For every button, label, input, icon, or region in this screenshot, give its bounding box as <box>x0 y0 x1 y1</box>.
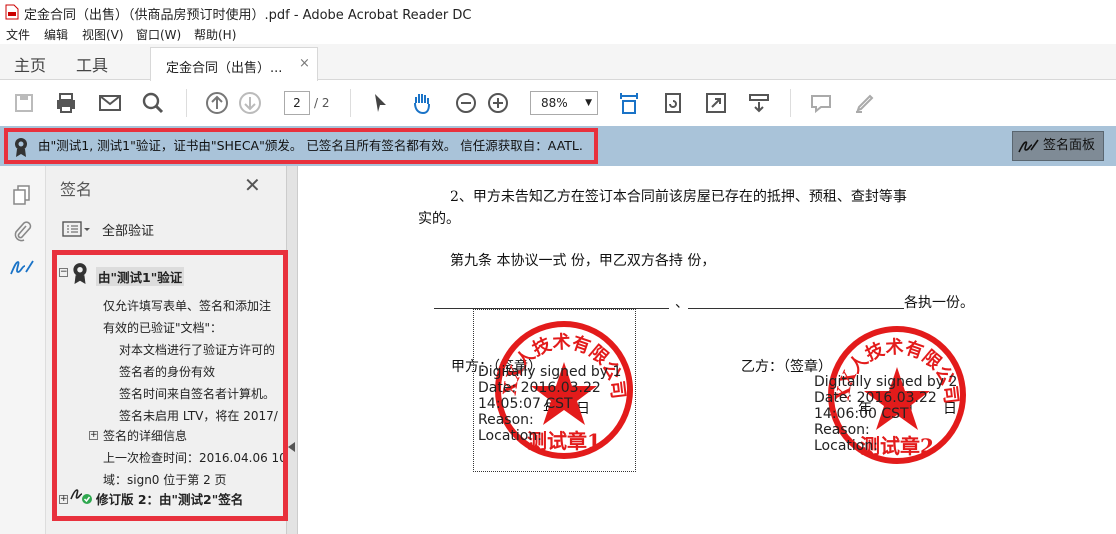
signature-details-node[interactable]: 签名的详细信息 <box>103 427 187 444</box>
sig-line: Digitally signed by 2 <box>814 374 958 390</box>
tab-bar: 主页 工具 定金合同（出售）... × <box>0 44 1116 81</box>
read-mode-icon[interactable] <box>747 91 771 115</box>
signature-panel-button[interactable]: 签名面板 <box>1012 131 1104 161</box>
close-icon[interactable]: ✕ <box>244 173 261 197</box>
menu-file[interactable]: 文件 <box>6 26 30 43</box>
signature-panel-label: 签名面板 <box>1043 138 1096 153</box>
collapse-toggle-icon[interactable]: − <box>59 268 68 277</box>
title-bar: 定金合同（出售）（供商品房预订时使用）.pdf - Adobe Acrobat … <box>0 0 1116 24</box>
sig-line: Digitally signed by 1 <box>478 364 622 380</box>
signature-status-bar: 由"测试1, 测试1"验证，证书由"SHECA"颁发。 已签名且所有签名都有效。… <box>0 126 1116 166</box>
toolbar-separator <box>790 89 791 117</box>
options-menu-icon[interactable] <box>62 221 92 237</box>
page-number-input[interactable]: 2 <box>284 91 310 115</box>
signature-2-info[interactable]: Digitally signed by 2 Date: 2016.03.22 1… <box>814 374 957 454</box>
expand-toggle-icon[interactable]: + <box>59 495 68 504</box>
comment-icon[interactable] <box>809 91 833 115</box>
toolbar-separator <box>350 89 351 117</box>
zoom-in-icon[interactable] <box>486 91 510 115</box>
sig-line: Reason: <box>814 422 870 438</box>
party-b-label: 乙方：（签章） <box>741 359 832 375</box>
signature-pen-icon <box>1018 139 1039 153</box>
collapse-arrow-icon[interactable] <box>288 442 296 452</box>
zoom-out-icon[interactable] <box>454 91 478 115</box>
menu-window[interactable]: 窗口(W) <box>136 26 181 43</box>
hand-tool-icon[interactable] <box>410 91 434 115</box>
doc-paragraph: 2、甲方未告知乙方在签订本合同前该房屋已存在的抵押、预租、查封等事 <box>450 189 907 205</box>
revision-2-node[interactable]: 修订版 2：由"测试2"签名 <box>96 489 243 508</box>
fit-page-icon[interactable] <box>617 91 641 115</box>
navigation-strip <box>0 166 46 534</box>
tree-line: 签名者的身份有效 <box>119 365 216 379</box>
print-icon[interactable] <box>54 91 78 115</box>
pages-icon[interactable] <box>12 184 32 206</box>
window-title: 定金合同（出售）（供商品房预订时使用）.pdf - Adobe Acrobat … <box>24 8 472 23</box>
certificate-ribbon-icon <box>73 263 87 284</box>
highlight-pen-icon[interactable] <box>853 91 877 115</box>
page-up-icon[interactable] <box>205 91 229 115</box>
tree-line: 有效的已验证"文档"： <box>103 321 223 335</box>
tree-line: 签名未启用 LTV，将在 2017/ <box>119 409 278 423</box>
sig-line: 14:06:00 CST <box>814 406 909 422</box>
panel-title: 签名 <box>60 180 93 199</box>
full-screen-icon[interactable] <box>704 91 728 115</box>
sig-line: 14:05:07 CST <box>478 396 573 412</box>
tree-line: 上一次检查时间：2016.04.06 10: <box>103 451 288 465</box>
menu-view[interactable]: 视图(V) <box>82 26 124 43</box>
sig-line: Date: 2016.03.22 <box>478 380 601 396</box>
page-total: / 2 <box>314 96 330 110</box>
attachment-icon[interactable] <box>12 220 32 242</box>
tree-line: 域：sign0 位于第 2 页 <box>103 473 227 487</box>
doc-text: 、 <box>675 295 689 311</box>
tree-line: 仅允许填写表单、签名和添加注 <box>103 299 272 313</box>
tree-line: 对本文档进行了验证方许可的 <box>119 343 276 357</box>
tree-line: 签名时间来自签名者计算机。 <box>119 387 276 401</box>
close-tab-icon[interactable]: × <box>299 56 310 71</box>
tab-home[interactable]: 主页 <box>14 52 46 76</box>
signature-status-text: 由"测试1, 测试1"验证，证书由"SHECA"颁发。 已签名且所有签名都有效。… <box>38 138 583 153</box>
menu-edit[interactable]: 编辑 <box>44 26 68 43</box>
search-icon[interactable] <box>141 91 165 115</box>
signature-tree: − 由"测试1"验证 仅允许填写表单、签名和添加注 有效的已验证"文档"： 对本… <box>52 250 288 521</box>
chevron-down-icon: ▼ <box>585 98 592 108</box>
tab-document[interactable]: 定金合同（出售）... × <box>150 47 318 81</box>
signature-1-info: Digitally signed by 1 Date: 2016.03.22 1… <box>478 364 621 444</box>
signature-panel-icon[interactable] <box>9 256 35 278</box>
signature-line <box>688 308 904 309</box>
zoom-value: 88% <box>541 96 568 110</box>
toolbar-separator <box>186 89 187 117</box>
tab-document-label: 定金合同（出售）... <box>166 61 283 76</box>
doc-paragraph: 第九条 本协议一式 份，甲乙双方各持 份， <box>450 253 716 269</box>
pdf-file-icon <box>5 4 19 20</box>
doc-paragraph: 实的。 <box>418 211 460 227</box>
sig-line: Reason: <box>478 412 534 428</box>
toolbar: 2 / 2 88% ▼ <box>0 81 1116 126</box>
menu-bar: 文件 编辑 视图(V) 窗口(W) 帮助(H) <box>0 24 1116 44</box>
sig-line: Date: 2016.03.22 <box>814 390 937 406</box>
page-down-icon[interactable] <box>238 91 262 115</box>
menu-help[interactable]: 帮助(H) <box>194 26 236 43</box>
document-page: 2、甲方未告知乙方在签订本合同前该房屋已存在的抵押、预租、查封等事 实的。 第九… <box>299 166 1116 534</box>
rotate-page-icon[interactable] <box>661 91 685 115</box>
signature-1-node[interactable]: 由"测试1"验证 <box>96 267 185 286</box>
save-icon[interactable] <box>12 91 36 115</box>
valid-signature-icon <box>70 489 92 504</box>
expand-toggle-icon[interactable]: + <box>89 431 98 440</box>
tab-tools[interactable]: 工具 <box>76 52 108 76</box>
sig-line: Location: <box>814 438 878 454</box>
signature-status-message: 由"测试1, 测试1"验证，证书由"SHECA"颁发。 已签名且所有签名都有效。… <box>4 128 598 164</box>
certificate-ribbon-icon <box>15 138 27 157</box>
doc-text: 各执一份。 <box>904 295 974 311</box>
validate-all-button[interactable]: 全部验证 <box>102 220 154 239</box>
sig-line: Location: <box>478 428 542 444</box>
mail-icon[interactable] <box>98 91 122 115</box>
zoom-select[interactable]: 88% ▼ <box>530 91 598 115</box>
select-cursor-icon[interactable] <box>368 91 392 115</box>
